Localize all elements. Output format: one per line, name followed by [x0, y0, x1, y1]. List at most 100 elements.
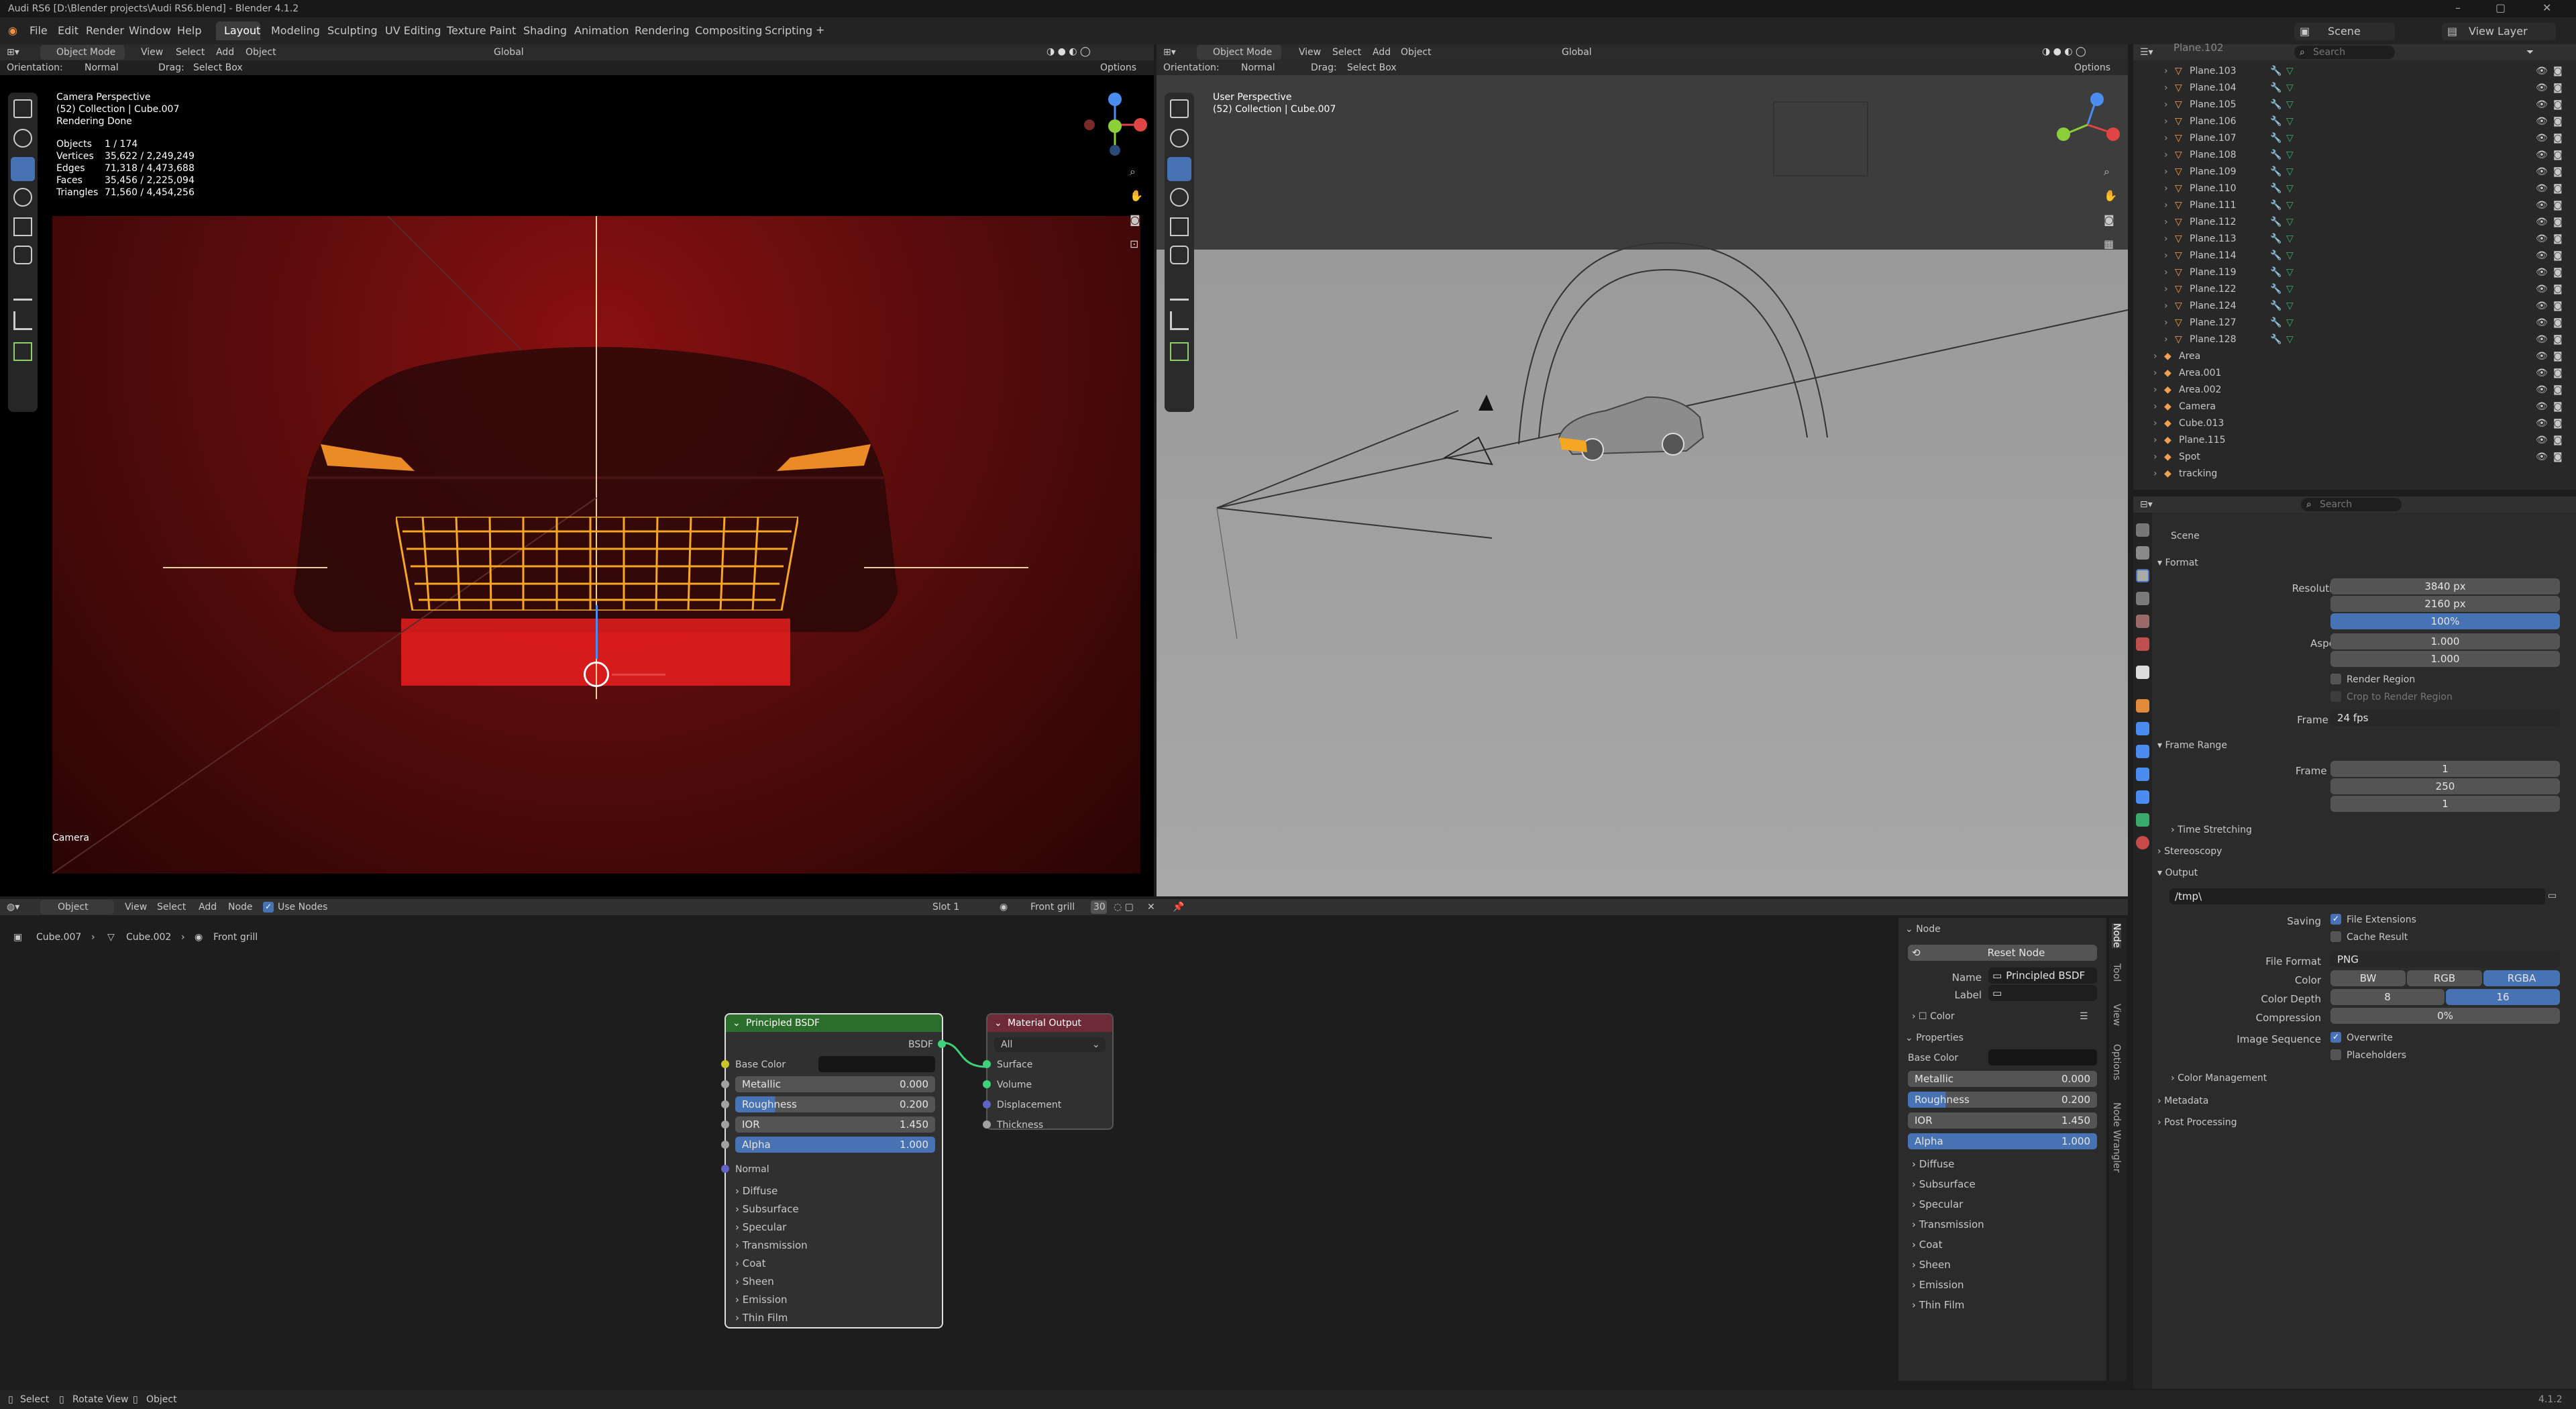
expand-chevron-icon[interactable]: ›: [2153, 385, 2157, 395]
expand-chevron-icon[interactable]: ›: [2164, 150, 2168, 160]
scale-tool-icon[interactable]: [13, 217, 32, 236]
shading-icons[interactable]: ◑ ● ◐ ◯: [1046, 47, 1091, 56]
color-rgb-button[interactable]: RGB: [2407, 970, 2482, 986]
visibility-eye-icon[interactable]: 👁: [2536, 284, 2548, 294]
visibility-eye-icon[interactable]: 👁: [2536, 402, 2548, 411]
visibility-eye-icon[interactable]: 👁: [2536, 217, 2548, 227]
outliner-item-plane[interactable]: › ▽ Plane.110 🔧 ▽ 👁 ◙: [2133, 180, 2576, 197]
outliner-item-object[interactable]: › ◆ Camera 👁 ◙: [2133, 399, 2576, 415]
node-editor-type-icon[interactable]: ◍▾: [7, 902, 19, 912]
npanel-section-specular[interactable]: › Specular: [1912, 1198, 1963, 1210]
principled-bsdf-node[interactable]: ⌄ Principled BSDF BSDF Base Color Metall…: [721, 1013, 946, 1328]
move-tool-icon-vp2[interactable]: [1167, 157, 1191, 181]
color-rgba-button[interactable]: RGBA: [2483, 970, 2560, 986]
material-tab-icon[interactable]: [2136, 836, 2149, 849]
value-socket[interactable]: [721, 1100, 729, 1108]
render-camera-icon[interactable]: ◙: [2553, 83, 2563, 93]
npanel-ior-field[interactable]: IOR 1.450: [1908, 1112, 2097, 1129]
folder-icon[interactable]: ▭: [2548, 891, 2557, 900]
metadata-panel-header[interactable]: › Metadata: [2157, 1096, 2208, 1106]
visibility-eye-icon[interactable]: 👁: [2536, 301, 2548, 311]
outliner-item-plane[interactable]: › ▽ Plane.103 🔧 ▽ 👁 ◙: [2133, 63, 2576, 80]
tab-modeling[interactable]: Modeling: [271, 25, 320, 36]
transform-gizmo-origin[interactable]: [584, 662, 609, 687]
render-camera-icon[interactable]: ◙: [2553, 385, 2563, 395]
visibility-eye-icon[interactable]: 👁: [2536, 452, 2548, 462]
render-camera-icon[interactable]: ◙: [2553, 352, 2563, 361]
crop-region-checkbox[interactable]: [2330, 691, 2341, 702]
camera-view-icon-vp2[interactable]: ◙: [2104, 215, 2114, 225]
blender-logo-icon[interactable]: ◉: [8, 25, 17, 36]
outliner-item-plane[interactable]: › ▽ Plane.109 🔧 ▽ 👁 ◙: [2133, 164, 2576, 180]
expand-chevron-icon[interactable]: ›: [2164, 100, 2168, 109]
npanel-tab-view[interactable]: View: [2111, 1004, 2122, 1026]
outliner-item-object[interactable]: › ◆ Plane.115 👁 ◙: [2133, 432, 2576, 449]
file-format-dropdown[interactable]: PNG: [2330, 951, 2560, 968]
bsdf-section-specular[interactable]: › Specular: [735, 1221, 786, 1233]
scale-tool-icon-vp2[interactable]: [1170, 217, 1189, 236]
bsdf-section-subsurface[interactable]: › Subsurface: [735, 1203, 799, 1215]
tab-shading[interactable]: Shading: [523, 25, 567, 36]
frame-rate-dropdown[interactable]: 24 fps: [2330, 710, 2560, 726]
vp2-menu-select[interactable]: Select: [1332, 48, 1361, 57]
render-camera-icon[interactable]: ◙: [2553, 368, 2563, 378]
rotate-tool-icon[interactable]: [13, 188, 32, 207]
color-depth-16-button[interactable]: 16: [2446, 989, 2560, 1005]
visibility-eye-icon[interactable]: 👁: [2536, 419, 2548, 428]
output-tab-icon[interactable]: [2136, 569, 2149, 582]
camera-render-view[interactable]: [52, 216, 1140, 874]
expand-chevron-icon[interactable]: ›: [2164, 335, 2168, 344]
visibility-eye-icon[interactable]: 👁: [2536, 234, 2548, 244]
select-box-tool-icon-vp2[interactable]: [1170, 99, 1189, 118]
npanel-tab-tool[interactable]: Tool: [2111, 963, 2122, 982]
drag-value[interactable]: Select Box: [193, 63, 243, 72]
visibility-eye-icon[interactable]: 👁: [2536, 150, 2548, 160]
outliner-item-plane[interactable]: › ▽ Plane.106 🔧 ▽ 👁 ◙: [2133, 113, 2576, 130]
frame-range-panel-header[interactable]: ▾ Frame Range: [2157, 741, 2227, 750]
expand-chevron-icon[interactable]: ›: [2153, 368, 2157, 378]
npanel-section-emission[interactable]: › Emission: [1912, 1279, 1964, 1291]
aspect-y-field[interactable]: 1.000: [2330, 651, 2560, 667]
gizmo-z-arrow[interactable]: [596, 605, 598, 659]
menu-file[interactable]: File: [30, 25, 48, 36]
select-box-tool-icon[interactable]: [13, 99, 32, 118]
render-camera-icon[interactable]: ◙: [2553, 167, 2563, 176]
outliner-item-plane[interactable]: › ▽ Plane.105 🔧 ▽ 👁 ◙: [2133, 97, 2576, 113]
visibility-eye-icon[interactable]: 👁: [2536, 251, 2548, 260]
visibility-eye-icon[interactable]: 👁: [2536, 184, 2548, 193]
resolution-y-field[interactable]: 2160 px: [2330, 596, 2560, 612]
visibility-eye-icon[interactable]: 👁: [2536, 167, 2548, 176]
camera-view-icon-vp1[interactable]: ◙: [1130, 215, 1140, 225]
outliner-item-plane[interactable]: › ▽ Plane.111 🔧 ▽ 👁 ◙: [2133, 197, 2576, 214]
npanel-section-transmission[interactable]: › Transmission: [1912, 1218, 1984, 1231]
expand-chevron-icon[interactable]: ›: [2153, 419, 2157, 428]
modifier-tab-icon[interactable]: [2136, 722, 2149, 735]
surface-socket[interactable]: [983, 1060, 991, 1068]
expand-chevron-icon[interactable]: ›: [2164, 134, 2168, 143]
expand-chevron-icon[interactable]: ›: [2164, 117, 2168, 126]
render-camera-icon[interactable]: ◙: [2553, 201, 2563, 210]
render-camera-icon[interactable]: ◙: [2553, 134, 2563, 143]
pin-icon[interactable]: 📌: [1173, 902, 1184, 912]
outliner-item-plane[interactable]: › ▽ Plane.114 🔧 ▽ 👁 ◙: [2133, 248, 2576, 264]
grid-icon-vp2[interactable]: ▦: [2104, 239, 2114, 250]
npanel-tab-node[interactable]: Node: [2111, 923, 2122, 948]
visibility-eye-icon[interactable]: 👁: [2536, 435, 2548, 445]
shading-icons-vp2[interactable]: ◑ ● ◐ ◯: [2042, 47, 2086, 56]
visibility-eye-icon[interactable]: 👁: [2536, 268, 2548, 277]
expand-chevron-icon[interactable]: ›: [2164, 234, 2168, 244]
tab-scripting[interactable]: Scripting: [765, 25, 812, 36]
transform-tool-icon-vp2[interactable]: [1170, 246, 1189, 264]
visibility-eye-icon[interactable]: 👁: [2536, 134, 2548, 143]
expand-chevron-icon[interactable]: ›: [2164, 201, 2168, 210]
render-camera-icon[interactable]: ◙: [2553, 318, 2563, 327]
vp1-menu-view[interactable]: View: [141, 48, 163, 57]
output-panel-header[interactable]: ▾ Output: [2157, 868, 2198, 878]
output-collapse-icon[interactable]: ⌄: [994, 1019, 1002, 1028]
properties-subpanel[interactable]: ⌄ Properties: [1905, 1033, 1964, 1043]
vp2-menu-add[interactable]: Add: [1373, 48, 1391, 57]
maximize-icon[interactable]: ▢: [2496, 3, 2506, 13]
car-model-wireframe[interactable]: [1552, 390, 1707, 464]
navigation-gizmo-vp1[interactable]: [1083, 93, 1147, 157]
expand-chevron-icon[interactable]: ›: [2164, 301, 2168, 311]
